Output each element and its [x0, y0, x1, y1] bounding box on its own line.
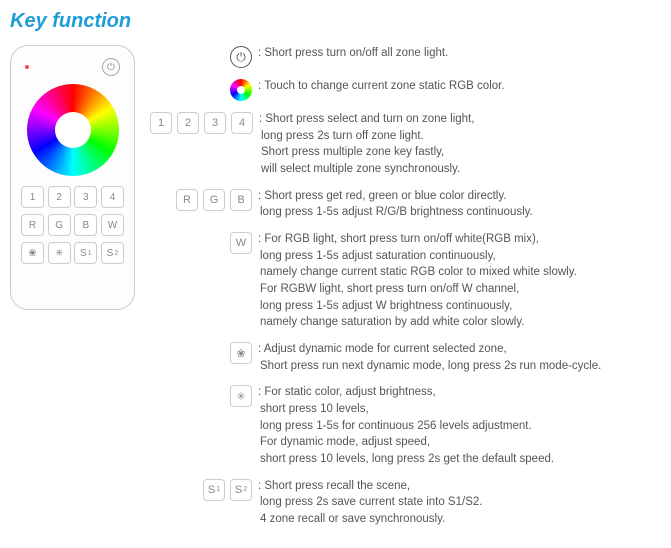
s1-button: S1 — [74, 242, 97, 264]
power-icon: ⏻ — [102, 58, 120, 76]
mode-button: ❀ — [21, 242, 44, 264]
mode-key: ❀ — [230, 342, 252, 364]
zone-4-button: 4 — [101, 186, 124, 208]
scene-description: Short press recall the scene,long press … — [260, 478, 482, 528]
mode-description: Adjust dynamic mode for current selected… — [260, 341, 601, 374]
w-description: For RGB light, short press turn on/off w… — [260, 231, 577, 331]
power-icon: ⏻ — [230, 46, 252, 68]
b-button: B — [74, 214, 97, 236]
indicator-led — [25, 65, 29, 69]
b-key: B — [230, 189, 252, 211]
s2-key: S2 — [230, 479, 252, 501]
rgb-buttons-description: Short press get red, green or blue color… — [260, 188, 533, 221]
zone-1-key: 1 — [150, 112, 172, 134]
remote-illustration: ⏻ 1 2 3 4 R G B W ❀ ✳ S1 S2 — [10, 45, 135, 310]
zone-4-key: 4 — [231, 112, 253, 134]
color-wheel-icon — [230, 79, 252, 101]
w-key: W — [230, 232, 252, 254]
zone-2-key: 2 — [177, 112, 199, 134]
brightness-key: ✳ — [230, 385, 252, 407]
g-button: G — [48, 214, 71, 236]
color-wheel — [27, 84, 119, 176]
page-title: Key function — [10, 10, 661, 33]
function-list: ⏻ Short press turn on/off all zone light… — [150, 45, 661, 538]
s2-button: S2 — [101, 242, 124, 264]
zone-3-button: 3 — [74, 186, 97, 208]
zones-description: Short press select and turn on zone ligh… — [261, 111, 474, 178]
r-key: R — [176, 189, 198, 211]
s1-key: S1 — [203, 479, 225, 501]
brightness-description: For static color, adjust brightness,shor… — [260, 384, 554, 467]
zone-3-key: 3 — [204, 112, 226, 134]
w-button: W — [101, 214, 124, 236]
zone-1-button: 1 — [21, 186, 44, 208]
zone-2-button: 2 — [48, 186, 71, 208]
g-key: G — [203, 189, 225, 211]
power-description: Short press turn on/off all zone light. — [260, 45, 448, 62]
rgb-description: Touch to change current zone static RGB … — [260, 78, 505, 95]
brightness-button: ✳ — [48, 242, 71, 264]
r-button: R — [21, 214, 44, 236]
